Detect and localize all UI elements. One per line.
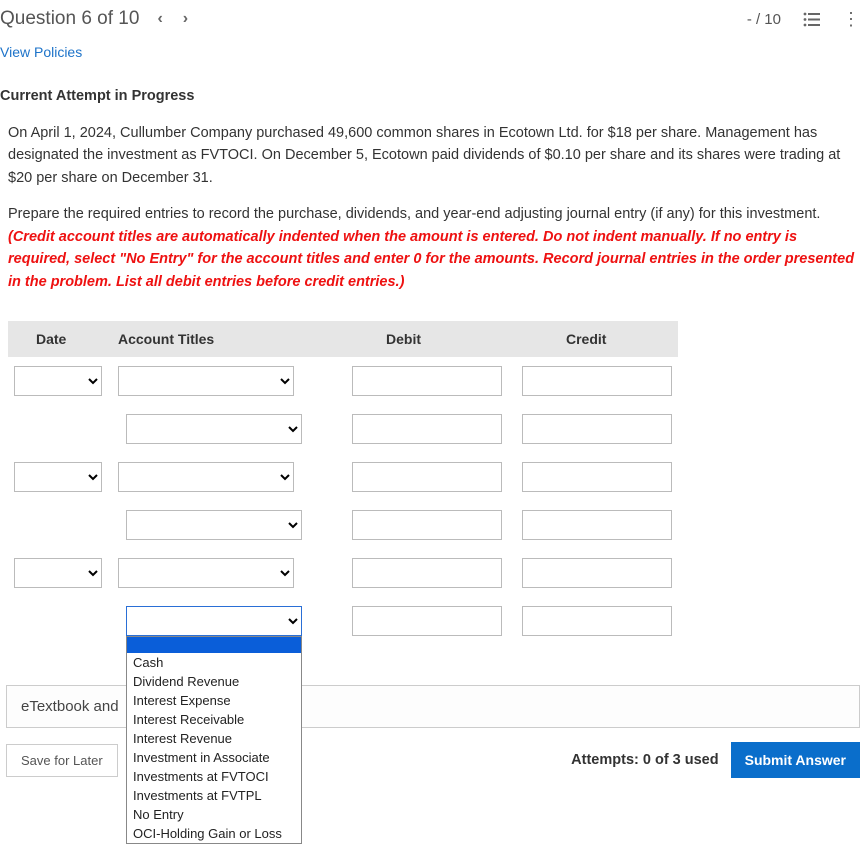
next-question-button[interactable]: › bbox=[183, 10, 188, 28]
col-header-credit: Credit bbox=[518, 331, 678, 347]
account-select[interactable] bbox=[126, 510, 302, 540]
dropdown-option[interactable]: Dividend Revenue bbox=[127, 672, 301, 691]
table-row bbox=[8, 501, 678, 549]
dropdown-option[interactable]: Investments at FVTPL bbox=[127, 786, 301, 805]
top-bar-right: - / 10 bbox=[747, 11, 860, 28]
table-row bbox=[8, 357, 678, 405]
section-title: Current Attempt in Progress bbox=[0, 82, 866, 122]
question-nav: ‹ › bbox=[157, 10, 188, 28]
submit-answer-button[interactable]: Submit Answer bbox=[731, 742, 860, 778]
dropdown-option[interactable]: Interest Revenue bbox=[127, 729, 301, 748]
problem-paragraph-1: On April 1, 2024, Cullumber Company purc… bbox=[0, 122, 866, 203]
debit-input[interactable] bbox=[352, 510, 502, 540]
account-dropdown-list[interactable]: Cash Dividend Revenue Interest Expense I… bbox=[126, 636, 302, 844]
credit-input[interactable] bbox=[522, 414, 672, 444]
prev-question-button[interactable]: ‹ bbox=[157, 10, 162, 28]
view-policies-link[interactable]: View Policies bbox=[0, 38, 866, 82]
save-for-later-button[interactable]: Save for Later bbox=[6, 744, 118, 777]
account-select-open[interactable] bbox=[126, 606, 302, 636]
more-options-icon[interactable] bbox=[842, 17, 860, 22]
table-row: Cash Dividend Revenue Interest Expense I… bbox=[8, 597, 678, 645]
journal-entry-table: Date Account Titles Debit Credit bbox=[8, 321, 678, 645]
table-row bbox=[8, 453, 678, 501]
problem-paragraph-2: Prepare the required entries to record t… bbox=[0, 203, 866, 307]
question-number-label: Question 6 of 10 bbox=[0, 8, 139, 30]
credit-input[interactable] bbox=[522, 366, 672, 396]
account-select[interactable] bbox=[126, 414, 302, 444]
debit-input[interactable] bbox=[352, 558, 502, 588]
credit-input[interactable] bbox=[522, 606, 672, 636]
table-header-row: Date Account Titles Debit Credit bbox=[8, 321, 678, 357]
credit-input[interactable] bbox=[522, 558, 672, 588]
instruction-lead: Prepare the required entries to record t… bbox=[8, 206, 820, 222]
attempts-label: Attempts: 0 of 3 used bbox=[571, 752, 718, 768]
top-bar-left: Question 6 of 10 ‹ › bbox=[0, 8, 188, 30]
col-header-account: Account Titles bbox=[118, 331, 338, 347]
debit-input[interactable] bbox=[352, 366, 502, 396]
account-select[interactable] bbox=[118, 462, 294, 492]
question-list-icon[interactable] bbox=[803, 12, 820, 27]
account-select[interactable] bbox=[118, 558, 294, 588]
dropdown-option[interactable]: Investments at FVTOCI bbox=[127, 767, 301, 786]
dropdown-option-selected[interactable] bbox=[127, 637, 301, 653]
col-header-debit: Debit bbox=[338, 331, 518, 347]
credit-input[interactable] bbox=[522, 510, 672, 540]
debit-input[interactable] bbox=[352, 414, 502, 444]
date-select[interactable] bbox=[14, 558, 102, 588]
table-row bbox=[8, 405, 678, 453]
dropdown-option[interactable]: Interest Receivable bbox=[127, 710, 301, 729]
dropdown-option[interactable]: Cash bbox=[127, 653, 301, 672]
dropdown-option[interactable]: OCI-Holding Gain or Loss bbox=[127, 824, 301, 843]
date-select[interactable] bbox=[14, 366, 102, 396]
col-header-date: Date bbox=[8, 331, 118, 347]
debit-input[interactable] bbox=[352, 462, 502, 492]
date-select[interactable] bbox=[14, 462, 102, 492]
account-select[interactable] bbox=[118, 366, 294, 396]
dropdown-option[interactable]: No Entry bbox=[127, 805, 301, 824]
credit-input[interactable] bbox=[522, 462, 672, 492]
table-row bbox=[8, 549, 678, 597]
top-bar: Question 6 of 10 ‹ › - / 10 bbox=[0, 0, 866, 38]
debit-input[interactable] bbox=[352, 606, 502, 636]
dropdown-option[interactable]: Interest Expense bbox=[127, 691, 301, 710]
dropdown-option[interactable]: Investment in Associate bbox=[127, 748, 301, 767]
instruction-red: (Credit account titles are automatically… bbox=[8, 229, 854, 290]
score-label: - / 10 bbox=[747, 11, 781, 28]
